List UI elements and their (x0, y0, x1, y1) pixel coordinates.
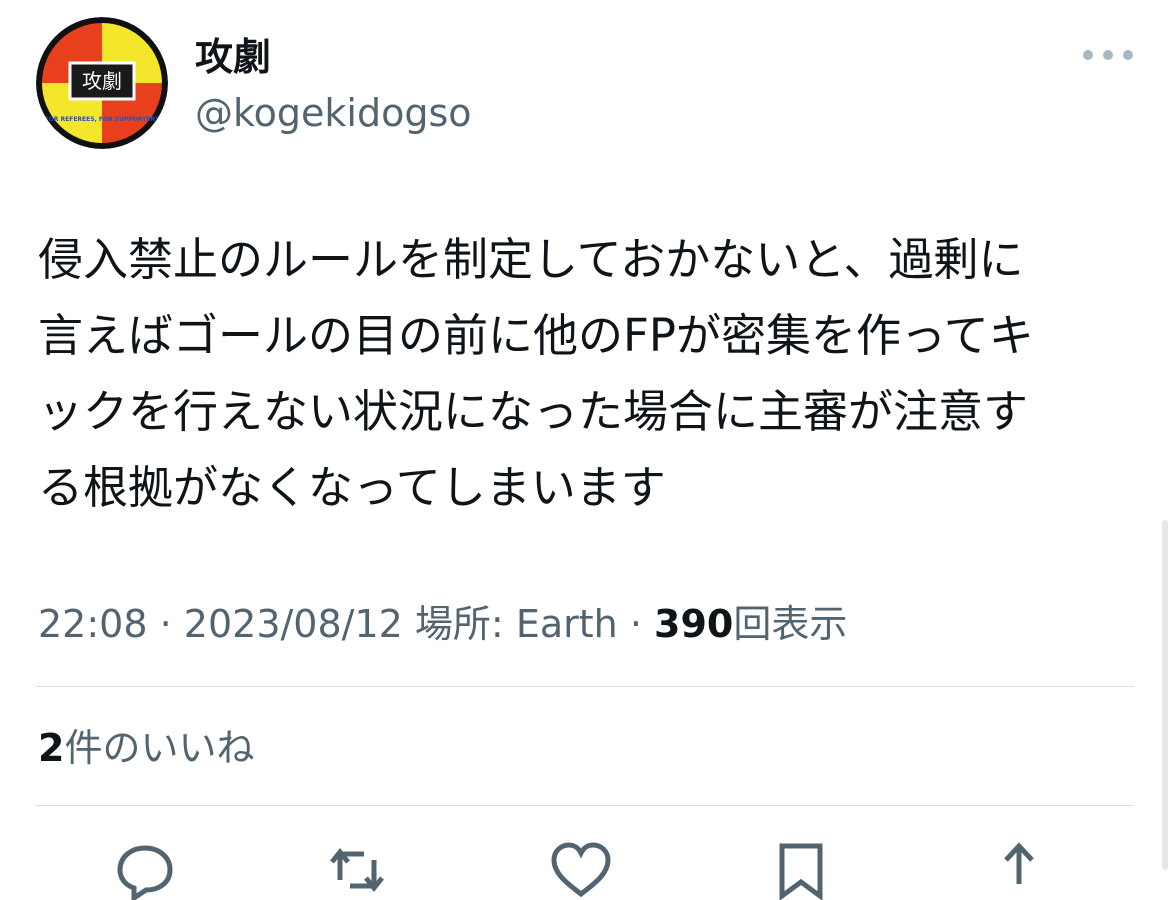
scrollbar[interactable] (1162, 520, 1168, 870)
display-name[interactable]: 攻劇 (195, 30, 271, 84)
divider (36, 686, 1134, 687)
meta-separator: · (629, 602, 642, 646)
more-dot (1123, 50, 1133, 60)
views-label: 回表示 (733, 602, 848, 646)
likes-label: 件のいいね (64, 726, 255, 770)
more-dot (1083, 50, 1093, 60)
bookmark-icon[interactable] (768, 840, 834, 900)
tweet-time[interactable]: 22:08 (38, 602, 148, 646)
views-count: 390 (654, 602, 734, 646)
location-label: 場所: (414, 602, 504, 646)
like-icon[interactable] (548, 840, 614, 900)
location-value: Earth (515, 602, 618, 646)
action-bar (0, 830, 1170, 900)
user-handle[interactable]: @kogekidogso (195, 86, 472, 140)
divider (36, 805, 1134, 806)
likes-count: 2 (38, 726, 65, 770)
avatar-logo: 攻劇 FOR REFEREES, FOR SUPPORTERS (36, 17, 168, 149)
tweet-text: 侵入禁止のルールを制定しておかないと、過剰に 言えばゴールの目の前に他のFPが密… (38, 233, 1034, 514)
avatar-subtitle: FOR REFEREES, FOR SUPPORTERS (45, 116, 160, 123)
avatar-title: 攻劇 (82, 69, 122, 93)
likes-link[interactable]: 2件のいいね (38, 720, 254, 776)
retweet-icon[interactable] (324, 840, 390, 900)
meta-separator: · (159, 602, 172, 646)
more-dot (1103, 50, 1113, 60)
avatar[interactable]: 攻劇 FOR REFEREES, FOR SUPPORTERS (36, 17, 168, 149)
reply-icon[interactable] (112, 840, 178, 900)
more-icon[interactable] (1083, 40, 1133, 70)
tweet-meta: 22:08 · 2023/08/12 場所: Earth · 390回表示 (38, 596, 847, 652)
share-icon[interactable] (986, 840, 1052, 900)
tweet-date[interactable]: 2023/08/12 (184, 602, 403, 646)
